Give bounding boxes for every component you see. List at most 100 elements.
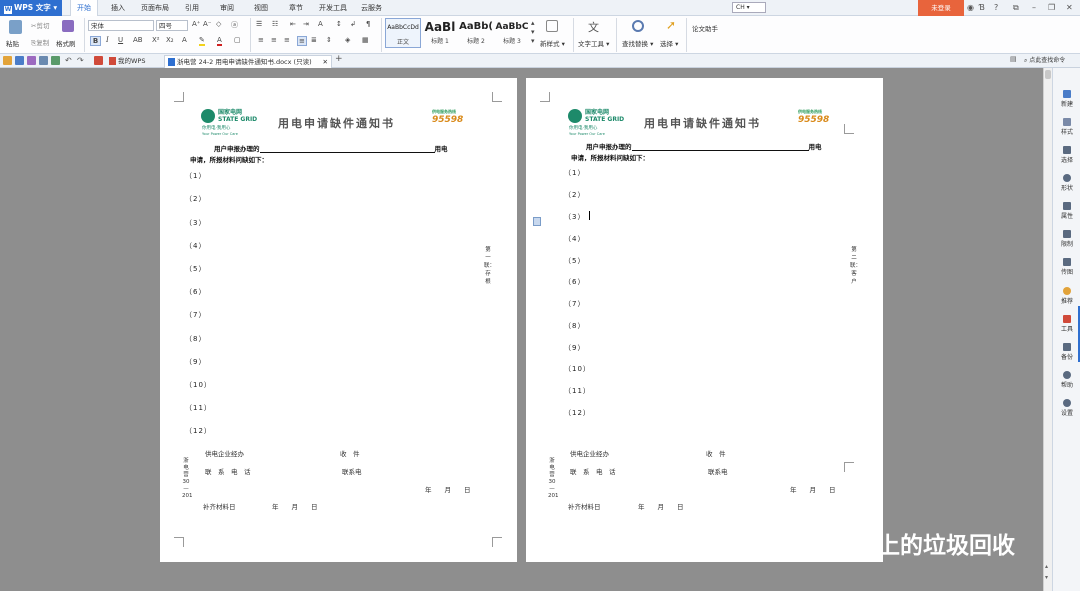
- maximize-icon[interactable]: ❐: [1048, 0, 1055, 16]
- justify-icon[interactable]: ≡: [297, 36, 307, 46]
- align-left-icon[interactable]: ≡: [258, 36, 264, 44]
- scrollbar-thumb[interactable]: [1045, 70, 1051, 79]
- font-color-icon[interactable]: A: [217, 36, 222, 46]
- login-button[interactable]: 未登录: [918, 0, 964, 16]
- app-menu-button[interactable]: W WPS 文字 ▾: [0, 0, 62, 16]
- underline-icon[interactable]: U: [118, 36, 123, 44]
- sidepanel-tools[interactable]: 工具: [1053, 315, 1080, 333]
- highlight-icon[interactable]: ✎: [199, 36, 205, 46]
- document-page-2[interactable]: 国家电网 STATE GRID 你用电·我用心 Your Power Our Ca…: [526, 78, 883, 562]
- document-page-1[interactable]: 国家电网 STATE GRID 你用电·我用心 Your Power Our Ca…: [160, 78, 517, 562]
- skin-icon[interactable]: ◉: [967, 0, 974, 16]
- line-spacing-icon[interactable]: ⇕: [326, 36, 332, 44]
- align-right-icon[interactable]: ≡: [284, 36, 290, 44]
- style-normal[interactable]: AaBbCcDd 正文: [385, 18, 421, 48]
- distributed-icon[interactable]: ≣: [311, 36, 317, 44]
- export-pdf-icon[interactable]: [27, 56, 36, 65]
- format-painter-button[interactable]: 格式刷: [56, 38, 76, 48]
- menu-page-layout[interactable]: 页面布局: [141, 0, 169, 16]
- open-icon[interactable]: [3, 56, 12, 65]
- thesis-assistant-button[interactable]: 论文助手: [692, 23, 718, 33]
- command-search[interactable]: ⌕ 点此查找命令: [1024, 55, 1065, 67]
- save-icon[interactable]: [15, 56, 24, 65]
- style-heading-3[interactable]: AaBbC 标题 3: [494, 18, 530, 48]
- text-effect-icon[interactable]: A: [182, 36, 187, 44]
- strikethrough-icon[interactable]: AB: [133, 36, 143, 44]
- borders-icon[interactable]: ▦: [362, 36, 369, 44]
- outdent-icon[interactable]: ⇤: [290, 20, 296, 28]
- indent-icon[interactable]: ⇥: [303, 20, 309, 28]
- sidepanel-upload-image[interactable]: 传图: [1053, 258, 1080, 276]
- print-icon[interactable]: [39, 56, 48, 65]
- menu-references[interactable]: 引用: [185, 0, 199, 16]
- sidepanel-shapes[interactable]: 形状: [1053, 174, 1080, 192]
- menu-home[interactable]: 开始: [70, 0, 98, 16]
- sort-icon[interactable]: ↕: [336, 20, 342, 28]
- style-gallery-scroll-icon[interactable]: ▴ ▾ ▾: [531, 19, 535, 46]
- sidepanel-select[interactable]: 选择: [1053, 146, 1080, 164]
- sidepanel-new[interactable]: 新建: [1053, 90, 1080, 108]
- menu-review[interactable]: 审阅: [220, 0, 234, 16]
- find-replace-icon[interactable]: [632, 20, 644, 32]
- sidepanel-backup[interactable]: 备份: [1053, 343, 1080, 361]
- new-tab-icon[interactable]: +: [335, 54, 343, 64]
- italic-icon[interactable]: I: [106, 36, 109, 44]
- bullet-list-icon[interactable]: ☰: [256, 20, 262, 28]
- cut-button[interactable]: ✂剪切: [31, 20, 49, 30]
- scroll-down-icon[interactable]: ▾: [1045, 574, 1048, 581]
- superscript-icon[interactable]: X²: [152, 36, 160, 44]
- paragraph-marks-icon[interactable]: ¶: [366, 20, 370, 28]
- undo-icon[interactable]: ↶: [65, 56, 74, 65]
- input-language-select[interactable]: CH ▾: [732, 2, 766, 13]
- shrink-font-icon[interactable]: A⁻: [203, 20, 211, 28]
- new-style-icon[interactable]: [546, 20, 558, 32]
- shading-icon[interactable]: ◈: [345, 36, 350, 44]
- sidepanel-settings[interactable]: 设置: [1053, 399, 1080, 417]
- numbered-list-icon[interactable]: ☷: [272, 20, 278, 28]
- redo-icon[interactable]: ↷: [77, 56, 86, 65]
- font-name-select[interactable]: 宋体: [88, 20, 154, 31]
- feedback-icon[interactable]: Ɓ: [979, 0, 985, 16]
- bold-icon[interactable]: B: [90, 36, 101, 46]
- text-tools-button[interactable]: 文字工具 ▾: [578, 38, 609, 48]
- chinese-layout-icon[interactable]: A: [318, 20, 323, 28]
- menu-view[interactable]: 视图: [254, 0, 268, 16]
- scroll-up-icon[interactable]: ▴: [1045, 563, 1048, 570]
- sidepanel-recommend[interactable]: 推荐: [1053, 287, 1080, 305]
- quick-access-more-icon[interactable]: [94, 56, 103, 65]
- close-tab-icon[interactable]: ✕: [323, 56, 328, 68]
- tab-list-icon[interactable]: ▤: [1010, 55, 1017, 63]
- find-replace-button[interactable]: 查找替换 ▾: [622, 38, 653, 48]
- sidepanel-styles[interactable]: 样式: [1053, 118, 1080, 136]
- align-center-icon[interactable]: ≡: [271, 36, 277, 44]
- tab-my-wps[interactable]: 我的WPS: [106, 55, 162, 68]
- format-painter-icon[interactable]: [62, 20, 74, 32]
- phonetic-icon[interactable]: ⓐ: [231, 20, 238, 30]
- select-button[interactable]: 选择 ▾: [660, 38, 678, 48]
- text-tools-icon[interactable]: 文: [588, 19, 599, 35]
- subscript-icon[interactable]: X₂: [166, 36, 174, 44]
- new-style-button[interactable]: 新样式 ▾: [540, 38, 565, 48]
- minimize-icon[interactable]: –: [1032, 0, 1036, 16]
- paste-button[interactable]: 粘贴: [6, 38, 19, 48]
- font-size-select[interactable]: 四号: [156, 20, 188, 31]
- sidepanel-properties[interactable]: 属性: [1053, 202, 1080, 220]
- menu-cloud[interactable]: 云服务: [361, 0, 382, 16]
- menu-developer[interactable]: 开发工具: [319, 0, 347, 16]
- sidepanel-restrict[interactable]: 限制: [1053, 230, 1080, 248]
- print-preview-icon[interactable]: [51, 56, 60, 65]
- tab-active-document[interactable]: 浙电营 24-2 用电申请缺件通知书.docx (只读) ✕: [164, 55, 332, 68]
- paragraph-tag-icon[interactable]: [533, 217, 541, 226]
- select-cursor-icon[interactable]: ➚: [666, 18, 676, 32]
- menu-chapter[interactable]: 章节: [289, 0, 303, 16]
- menu-insert[interactable]: 插入: [111, 0, 125, 16]
- close-icon[interactable]: ✕: [1066, 0, 1073, 16]
- restore-layout-icon[interactable]: ⧉: [1013, 0, 1019, 16]
- char-border-icon[interactable]: ▢: [234, 36, 241, 44]
- help-icon[interactable]: ?: [994, 0, 998, 16]
- vertical-scrollbar[interactable]: ▴ ▾: [1043, 68, 1052, 591]
- sidepanel-help[interactable]: 帮助: [1053, 371, 1080, 389]
- copy-button[interactable]: ⎘复制: [31, 37, 49, 48]
- show-marks-icon[interactable]: ↲: [350, 20, 356, 28]
- clear-format-icon[interactable]: ◇: [216, 20, 221, 28]
